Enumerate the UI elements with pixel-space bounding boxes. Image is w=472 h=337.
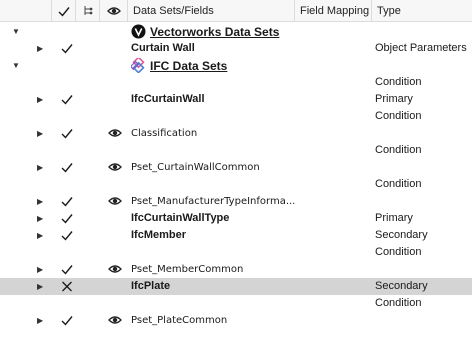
row-type: Object Parameters [375, 42, 467, 54]
eye-icon [107, 6, 121, 16]
data-set-header: Vectorworks Data Sets [131, 23, 279, 40]
tree-row-pset-plate-common[interactable]: ▶ Pset_PlateCommon [0, 312, 472, 329]
checkmark-icon[interactable] [60, 126, 74, 141]
row-name: IfcPlate [131, 280, 171, 292]
eye-icon[interactable] [108, 128, 122, 138]
tree-row-condition[interactable]: Condition [0, 176, 472, 193]
expand-arrow-icon[interactable]: ▶ [37, 125, 43, 142]
expand-arrow-icon[interactable]: ▶ [37, 193, 43, 210]
tree-row-ifc-curtain-wall[interactable]: ▶ IfcCurtainWall Primary [0, 91, 472, 108]
row-name: Curtain Wall [131, 42, 195, 54]
tree-row-ifc-curtain-wall-type[interactable]: ▶ IfcCurtainWallType Primary [0, 210, 472, 227]
data-set-row-vectorworks[interactable]: ▼ Vectorworks Data Sets [0, 23, 472, 40]
row-type: Primary [375, 212, 413, 224]
eye-icon[interactable] [108, 315, 122, 325]
checkmark-icon[interactable] [60, 211, 74, 226]
row-name: IfcCurtainWallType [131, 212, 230, 224]
checkmark-icon [57, 4, 71, 19]
expand-arrow-icon[interactable]: ▶ [37, 278, 43, 295]
field-mapping-column-header[interactable]: Field Mapping [295, 0, 372, 22]
row-name: Pset_PlateCommon [131, 315, 228, 326]
row-type: Condition [375, 144, 422, 156]
expand-arrow-icon[interactable]: ▶ [37, 227, 43, 244]
cascade-column-header[interactable] [76, 0, 100, 22]
vectorworks-logo-icon [131, 24, 146, 39]
cascade-icon [84, 6, 92, 15]
data-set-row-ifc[interactable]: ▼ IFC Data Sets [0, 57, 472, 74]
tree-row-pset-member-common[interactable]: ▶ Pset_MemberCommon [0, 261, 472, 278]
checkmark-icon[interactable] [60, 262, 74, 277]
row-name: Pset_CurtainWallCommon [131, 162, 260, 173]
row-name: IfcCurtainWall [131, 93, 205, 105]
visibility-column-header[interactable] [100, 0, 128, 22]
tree-row-ifc-plate[interactable]: ▶ IfcPlate Secondary [0, 278, 472, 295]
data-set-title: Vectorworks Data Sets [150, 24, 280, 39]
x-mark-icon[interactable] [60, 279, 74, 294]
tree-row-pset-manufacturer-type-information[interactable]: ▶ Pset_ManufacturerTypeInforma... [0, 193, 472, 210]
row-type: Secondary [375, 280, 428, 292]
row-name: Pset_MemberCommon [131, 264, 244, 275]
tree-row-condition[interactable]: Condition [0, 244, 472, 261]
tree-row-condition[interactable]: Condition [0, 108, 472, 125]
row-type: Condition [375, 110, 422, 122]
checkmark-icon[interactable] [60, 228, 74, 243]
include-column-header[interactable] [52, 0, 76, 22]
row-name: Pset_ManufacturerTypeInforma... [131, 196, 295, 207]
eye-icon[interactable] [108, 264, 122, 274]
tree-row-curtain-wall[interactable]: ▶ Curtain Wall Object Parameters [0, 40, 472, 57]
data-sets-column-header[interactable]: Data Sets/Fields [128, 0, 295, 22]
row-name: Classification [131, 128, 198, 139]
expand-arrow-icon[interactable]: ▶ [37, 261, 43, 278]
column-header-bar: Data Sets/Fields Field Mapping Type [0, 0, 472, 22]
row-type: Secondary [375, 229, 428, 241]
tree-row-classification[interactable]: ▶ Classification [0, 125, 472, 142]
expand-arrow-icon[interactable]: ▶ [37, 210, 43, 227]
tree-row-ifc-member[interactable]: ▶ IfcMember Secondary [0, 227, 472, 244]
tree-row-condition[interactable]: Condition [0, 295, 472, 312]
checkmark-icon[interactable] [60, 313, 74, 328]
tree-row-pset-curtain-wall-common[interactable]: ▶ Pset_CurtainWallCommon [0, 159, 472, 176]
row-type: Condition [375, 297, 422, 309]
row-name: IfcMember [131, 229, 187, 241]
checkmark-icon[interactable] [60, 194, 74, 209]
row-type: Primary [375, 93, 413, 105]
row-type: Condition [375, 246, 422, 258]
expand-arrow-icon[interactable]: ▶ [37, 91, 43, 108]
data-set-header: IFC Data Sets [131, 57, 227, 74]
eye-icon[interactable] [108, 196, 122, 206]
tree-row-condition[interactable]: Condition [0, 142, 472, 159]
expand-column-header[interactable] [0, 0, 52, 22]
collapse-arrow-icon[interactable]: ▼ [12, 23, 20, 40]
checkmark-icon[interactable] [60, 41, 74, 56]
expand-arrow-icon[interactable]: ▶ [37, 159, 43, 176]
row-type: Condition [375, 178, 422, 190]
tree-row-condition[interactable]: Condition [0, 74, 472, 91]
checkmark-icon[interactable] [60, 92, 74, 107]
eye-icon[interactable] [108, 162, 122, 172]
row-type: Condition [375, 76, 422, 88]
expand-arrow-icon[interactable]: ▶ [37, 312, 43, 329]
type-column-header[interactable]: Type [372, 0, 472, 22]
ifc-logo-icon [131, 58, 145, 73]
expand-arrow-icon[interactable]: ▶ [37, 40, 43, 57]
checkmark-icon[interactable] [60, 160, 74, 175]
data-set-title: IFC Data Sets [150, 58, 228, 73]
collapse-arrow-icon[interactable]: ▼ [12, 57, 20, 74]
